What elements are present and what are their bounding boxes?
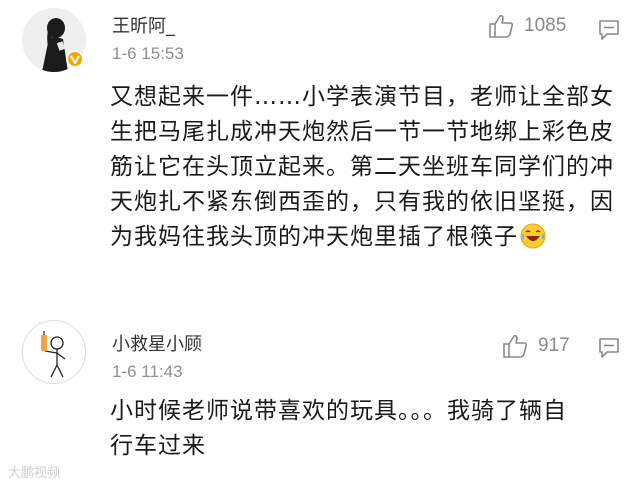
reply-button[interactable]	[598, 337, 620, 359]
thumbs-up-icon	[489, 15, 514, 38]
comment-text: 又想起来一件……小学表演节目，老师让全部女生把马尾扎成冲天炮然后一节一节地绑上彩…	[110, 80, 630, 255]
avatar[interactable]	[22, 320, 86, 384]
like-count: 1085	[524, 15, 567, 36]
stick-figure-avatar-icon	[23, 321, 85, 383]
thumbs-up-icon	[503, 335, 528, 358]
timestamp: 1-6 11:43	[112, 362, 183, 381]
like-count: 917	[538, 335, 570, 356]
comment-bubble-icon	[599, 20, 619, 40]
watermark-text: 大鹏视频	[8, 466, 61, 481]
watermark: 大鹏视频	[8, 462, 60, 481]
comment-text: 小时候老师说带喜欢的玩具。。。我骑了辆自行车过来	[110, 398, 567, 459]
timestamp: 1-6 15:53	[112, 44, 184, 63]
reply-button[interactable]	[598, 19, 620, 41]
comment-item: 小救星小顾 1-6 11:43 917 小时候老师说带喜欢的玩具。。。我骑了辆自…	[0, 310, 640, 484]
like-button[interactable]: 1085	[488, 14, 566, 38]
like-button[interactable]: 917	[502, 334, 570, 358]
comment-bubble-icon	[599, 338, 619, 358]
comment-item: 王昕阿_ 1-6 15:53 1085 又想起来一件……小学表演节目，老师让全部…	[0, 0, 640, 306]
verified-badge-icon	[66, 50, 84, 68]
username[interactable]: 王昕阿_	[112, 12, 175, 38]
laughing-crying-emoji-icon	[520, 223, 546, 249]
username[interactable]: 小救星小顾	[112, 330, 202, 356]
